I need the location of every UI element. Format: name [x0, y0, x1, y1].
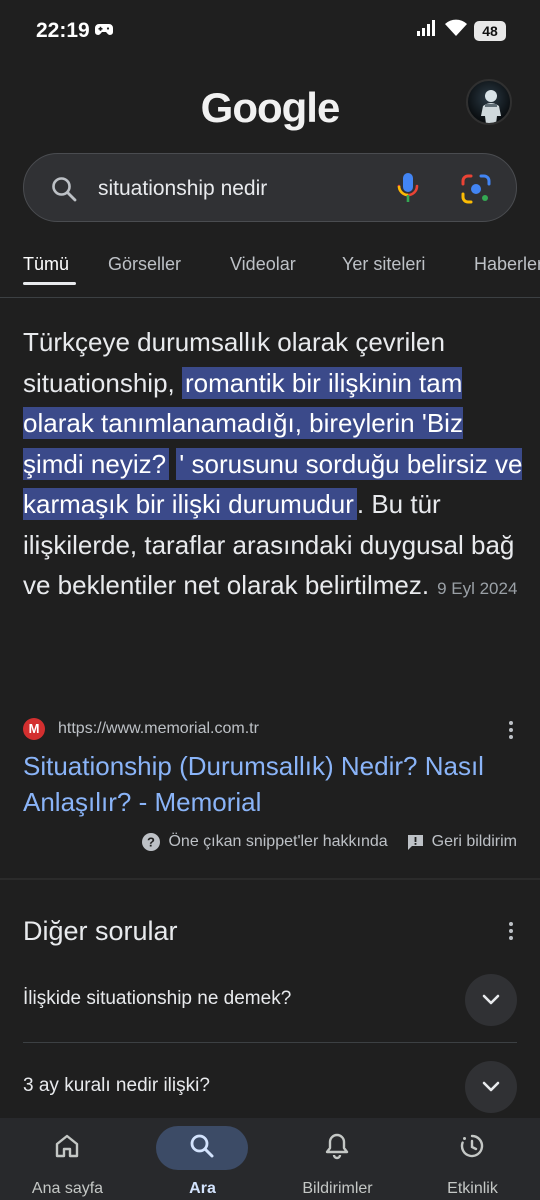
nav-label: Bildirimler	[302, 1180, 373, 1197]
nav-notifications[interactable]: Bildirimler	[270, 1118, 405, 1200]
status-bar: 22:19 48	[0, 0, 540, 62]
gamepad-icon	[94, 22, 114, 43]
people-also-ask-title: Diğer sorular	[23, 916, 178, 946]
wifi-icon	[444, 19, 468, 42]
nav-activity[interactable]: Etkinlik	[405, 1118, 540, 1200]
chevron-down-icon[interactable]	[465, 1061, 517, 1113]
source-url[interactable]: https://www.memorial.com.tr	[58, 720, 259, 738]
activity-icon	[458, 1132, 486, 1165]
search-tabs: Tümü Görseller Videolar Yer siteleri Hab…	[0, 248, 540, 298]
tab-places[interactable]: Yer siteleri	[342, 254, 425, 275]
status-time: 22:19	[36, 19, 90, 42]
home-icon	[53, 1132, 81, 1165]
tab-images[interactable]: Görseller	[108, 254, 181, 275]
help-icon: ?	[142, 833, 161, 851]
tab-news[interactable]: Haberler	[474, 254, 540, 275]
microphone-icon[interactable]	[396, 172, 420, 209]
featured-snippet: Türkçeye durumsallık olarak çevrilen sit…	[23, 322, 523, 610]
google-logo[interactable]: Google	[0, 84, 540, 132]
snippet-date: 9 Eyl 2024	[437, 579, 518, 598]
signal-icon	[416, 19, 438, 42]
nav-home[interactable]: Ana sayfa	[0, 1118, 135, 1200]
question-divider	[23, 1042, 517, 1043]
nav-label: Etkinlik	[447, 1180, 498, 1197]
result-title-link[interactable]: Situationship (Durumsallık) Nedir? Nasıl…	[23, 748, 503, 820]
google-lens-icon[interactable]	[460, 173, 492, 210]
search-icon	[188, 1132, 216, 1165]
search-input[interactable]	[98, 175, 378, 203]
bell-icon	[323, 1132, 351, 1165]
search-bar[interactable]	[23, 153, 517, 222]
tab-videos[interactable]: Videolar	[230, 254, 296, 275]
section-divider	[0, 878, 540, 880]
search-icon	[50, 175, 78, 208]
tab-all[interactable]: Tümü	[23, 254, 69, 275]
active-tab-indicator	[23, 282, 76, 285]
question-text: İlişkide situationship ne demek?	[23, 988, 292, 1009]
question-item[interactable]: İlişkide situationship ne demek?	[23, 972, 517, 1032]
nav-label: Ana sayfa	[31, 1180, 104, 1197]
bottom-navigation: Ana sayfa Ara Bildirimler Etkinlik	[0, 1118, 540, 1200]
chevron-down-icon[interactable]	[465, 974, 517, 1026]
nav-search[interactable]: Ara	[135, 1118, 270, 1200]
svg-text:?: ?	[147, 835, 155, 850]
feedback-icon	[407, 834, 423, 850]
battery-indicator: 48	[474, 20, 506, 41]
about-snippets-link[interactable]: ? Öne çıkan snippet'ler hakkında	[141, 832, 388, 852]
question-text: 3 ay kuralı nedir ilişki?	[23, 1075, 210, 1096]
memorial-favicon-icon: M	[23, 718, 45, 740]
feedback-label: Geri bildirim	[431, 833, 517, 850]
question-item[interactable]: 3 ay kuralı nedir ilişki?	[23, 1059, 517, 1119]
about-snippets-label: Öne çıkan snippet'ler hakkında	[168, 833, 388, 850]
snippet-feedback-row: ? Öne çıkan snippet'ler hakkında Geri bi…	[141, 832, 517, 852]
more-options-icon[interactable]	[505, 719, 517, 746]
source-row[interactable]: M https://www.memorial.com.tr	[23, 718, 517, 742]
feedback-link[interactable]: Geri bildirim	[406, 833, 517, 852]
more-options-icon[interactable]	[505, 920, 517, 947]
nav-label: Ara	[189, 1180, 216, 1197]
avatar[interactable]	[466, 79, 512, 125]
